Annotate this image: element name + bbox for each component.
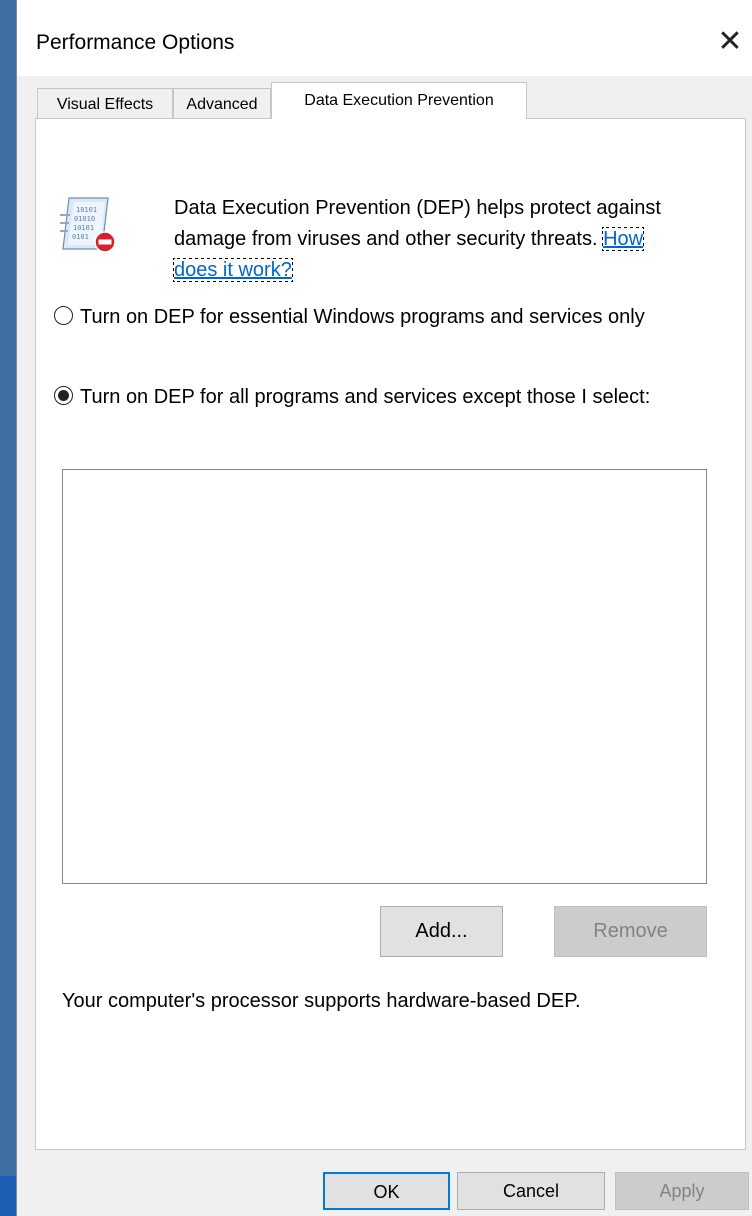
dep-status-text: Your computer's processor supports hardw…	[62, 990, 581, 1012]
radio-button-all-programs[interactable]	[54, 386, 73, 405]
window-title: Performance Options	[36, 31, 235, 54]
radio-label-all-programs: Turn on DEP for all programs and service…	[80, 386, 651, 408]
tab-panel-dep: 10101 01010 10101 0101 Data Execution Pr…	[35, 118, 746, 1150]
svg-text:10101: 10101	[76, 206, 97, 214]
svg-text:01010: 01010	[74, 215, 95, 223]
ok-button[interactable]: OK	[323, 1172, 450, 1210]
apply-button[interactable]: Apply	[615, 1172, 749, 1210]
performance-options-dialog: Performance Options ✕ Visual Effects Adv…	[16, 0, 752, 1216]
tab-visual-effects[interactable]: Visual Effects	[37, 88, 173, 121]
remove-button[interactable]: Remove	[554, 906, 707, 957]
tab-data-execution-prevention[interactable]: Data Execution Prevention	[271, 82, 527, 119]
dep-description-text: Data Execution Prevention (DEP) helps pr…	[174, 197, 661, 250]
exceptions-listbox[interactable]	[62, 469, 707, 884]
radio-button-essential[interactable]	[54, 306, 73, 325]
cancel-button[interactable]: Cancel	[457, 1172, 605, 1210]
svg-text:10101: 10101	[73, 224, 94, 232]
close-icon: ✕	[717, 25, 743, 58]
title-bar: Performance Options ✕	[17, 0, 752, 76]
svg-text:0101: 0101	[72, 233, 89, 241]
dep-icon: 10101 01010 10101 0101	[60, 197, 116, 253]
close-button[interactable]: ✕	[708, 20, 752, 64]
tab-advanced[interactable]: Advanced	[173, 88, 271, 121]
add-button[interactable]: Add...	[380, 906, 503, 957]
radio-label-essential: Turn on DEP for essential Windows progra…	[80, 306, 645, 328]
dep-description: Data Execution Prevention (DEP) helps pr…	[172, 193, 684, 286]
